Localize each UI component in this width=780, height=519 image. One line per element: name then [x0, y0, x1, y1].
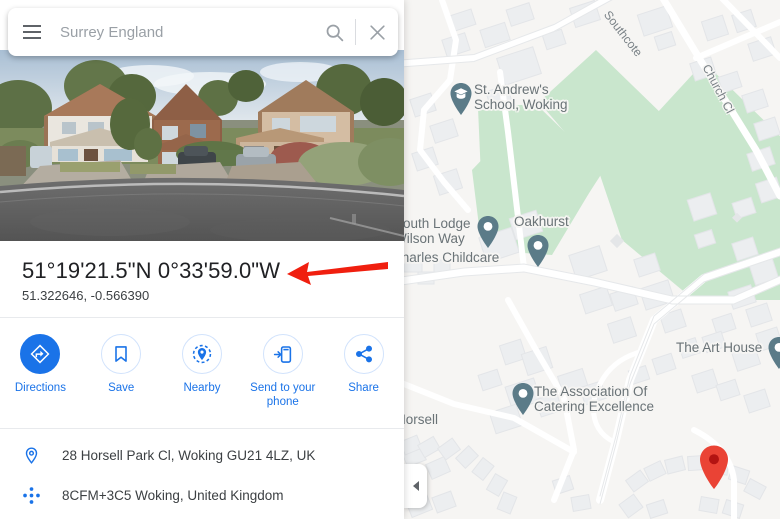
chevron-left-icon: [412, 481, 419, 491]
street-view-image: [0, 50, 404, 241]
place-photo[interactable]: [0, 50, 404, 241]
map-marker-destination[interactable]: [697, 444, 731, 490]
address-block: 28 Horsell Park Cl, Woking GU21 4LZ, UK …: [0, 429, 404, 519]
share-button[interactable]: Share: [323, 334, 404, 395]
map-canvas[interactable]: St. Andrew's School, Woking South Lodge …: [404, 0, 780, 519]
address-row[interactable]: 28 Horsell Park Cl, Woking GU21 4LZ, UK: [0, 433, 404, 477]
plus-code-icon: [0, 485, 62, 506]
send-to-phone-icon: [274, 345, 292, 363]
directions-icon: [30, 344, 50, 364]
share-icon: [355, 345, 372, 363]
send-to-phone-button[interactable]: Send to your phone: [242, 334, 323, 409]
hamburger-menu-icon[interactable]: [8, 8, 56, 56]
poi-pin-catering-excellence-icon[interactable]: [510, 382, 536, 416]
save-label: Save: [108, 382, 135, 394]
coordinates-decimal: 51.322646, -0.566390: [22, 288, 150, 303]
plus-code-text: 8CFM+3C5 Woking, United Kingdom: [62, 487, 284, 503]
map-graphics: [404, 0, 780, 519]
search-icon[interactable]: [313, 8, 355, 56]
save-icon-circle: [101, 334, 142, 374]
directions-label: Directions: [14, 382, 66, 394]
close-icon[interactable]: [356, 8, 398, 56]
nearby-label: Nearby: [183, 382, 221, 394]
poi-pin-school-icon[interactable]: [448, 82, 474, 116]
action-buttons-row: Directions Save Nearby Send to your phon…: [0, 318, 404, 428]
search-input[interactable]: [56, 23, 313, 41]
poi-pin-south-lodge-icon[interactable]: [475, 215, 501, 249]
nearby-button[interactable]: Nearby: [162, 334, 243, 395]
send-to-phone-icon-circle: [262, 334, 303, 374]
maps-app: St. Andrew's School, Woking South Lodge …: [0, 0, 780, 519]
send-to-phone-label: Send to your phone: [250, 382, 316, 408]
coordinates-dms: 51°19'21.5"N 0°33'59.0"W: [22, 258, 281, 283]
directions-button[interactable]: Directions: [0, 334, 81, 395]
collapse-side-panel-button[interactable]: [404, 464, 427, 508]
place-details-panel: 51°19'21.5"N 0°33'59.0"W 51.322646, -0.5…: [0, 0, 404, 519]
red-pointer-arrow: [287, 262, 388, 285]
poi-pin-oakhurst-icon[interactable]: [525, 234, 551, 268]
share-icon-circle: [343, 334, 384, 374]
share-label: Share: [348, 382, 379, 394]
location-pin-icon: [0, 446, 62, 465]
directions-icon-circle: [20, 334, 61, 374]
nearby-icon-circle: [181, 334, 222, 374]
address-text: 28 Horsell Park Cl, Woking GU21 4LZ, UK: [62, 447, 316, 463]
poi-pin-art-house-icon[interactable]: [766, 336, 780, 370]
nearby-icon: [192, 344, 212, 364]
search-bar[interactable]: [8, 8, 398, 56]
save-button[interactable]: Save: [81, 334, 162, 395]
bookmark-icon: [115, 346, 127, 362]
plus-code-row[interactable]: 8CFM+3C5 Woking, United Kingdom: [0, 473, 404, 517]
